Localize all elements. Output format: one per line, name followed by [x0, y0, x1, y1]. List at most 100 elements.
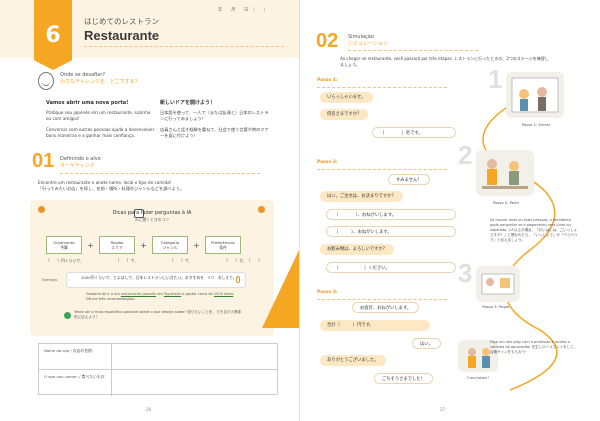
dialog-customer[interactable]: （ ）ください。	[326, 262, 456, 273]
category-box: Categoria ジャンル	[152, 236, 188, 254]
step-caption-1: Passo 1: Entrar	[521, 122, 551, 127]
teacher-avatar-icon	[38, 72, 54, 90]
note-highlight: 1000 ienes	[213, 292, 234, 296]
step-caption-2: Passo 2: Pedir	[492, 200, 520, 205]
step-number-2: 2	[458, 140, 473, 170]
plus-icon: +	[193, 240, 200, 250]
dialog-customer[interactable]: （ ）名です。	[372, 127, 456, 138]
dialog-customer[interactable]: （ ）、おねがいします。	[326, 226, 456, 237]
microphone-icon	[236, 276, 240, 283]
section-number-02: 02	[316, 30, 339, 52]
cash-register-icon	[481, 273, 515, 295]
note-text: em	[156, 292, 164, 296]
preferences-label-jp: 条件	[219, 245, 227, 250]
dialog-staff: お飲み物は、よろしいですか？	[320, 244, 395, 255]
page-number-left: 26	[146, 407, 152, 412]
section-1-jp: ターゲティング	[60, 163, 95, 169]
form-divider	[111, 344, 112, 396]
region-box: Região エリア	[99, 236, 135, 254]
instruction-text: Encontre um restaurante e anote nome, lo…	[38, 180, 273, 192]
dialog-customer: すみません！	[388, 174, 430, 185]
plus-icon: +	[140, 240, 147, 250]
role-play-note: Faça um role-play com o professor e rece…	[490, 340, 577, 354]
lesson-title: Restaurante	[84, 28, 160, 43]
intro-paragraph-jp-1: 日本語を使って、一人で（または友達と）日本のレストランに行ってみましょう！	[160, 110, 269, 122]
passo-3-label: Passo 3:	[317, 290, 338, 295]
section-2-jp: シミュレーション	[348, 41, 388, 47]
step-caption-4: Concluído!!	[467, 375, 489, 380]
tips-title-jp: AIに聞くときのコツ	[134, 216, 170, 222]
payment-note: Se houver duas ou mais pessoas, o atende…	[490, 218, 578, 242]
passo-1-label: Passo 1:	[317, 78, 338, 83]
budget-box: Orçamento 予算	[46, 236, 82, 254]
section-1-divider	[60, 173, 260, 174]
section-2-divider	[348, 50, 478, 51]
query-parts-row: Orçamento 予算 + Região エリア + Categoria ジャ…	[46, 236, 262, 254]
passo-1-divider	[317, 87, 447, 88]
form-row-food[interactable]: O que vou comer: / 食べたいもの：	[39, 370, 277, 396]
dialog-customer: はい。	[412, 338, 441, 349]
intro-title-jp: 新しいドアを開けよう！	[160, 100, 216, 106]
example-label: Exemplo	[42, 278, 58, 282]
dialog-customer: ごちそうさまでした！	[374, 373, 433, 384]
intro-paragraph-1: Pratique seu japonês em um restaurante, …	[46, 110, 151, 122]
restaurant-form: Nome da loja / お店の名前： O que vou comer: /…	[38, 343, 278, 396]
section-1-pt: Definindo o alvo	[60, 156, 101, 162]
section-number-01: 01	[32, 150, 55, 172]
entrance-illustration	[506, 72, 564, 118]
page-number-right: 27	[440, 407, 446, 412]
preferences-blank[interactable]: （ ）だ、（ ）	[224, 258, 262, 264]
check-icon	[64, 312, 71, 319]
payment-illustration	[476, 266, 520, 302]
right-page: 02 Simulação シミュレーション Ao chegar no resta…	[300, 0, 600, 421]
section-2-pt: Simulação	[348, 34, 374, 40]
challenge-jp: 小さなチャレンジを、どこでする？	[60, 79, 140, 85]
section-2-label: Simulação シミュレーション	[348, 34, 388, 48]
passo-2-divider	[317, 169, 447, 170]
dialog-staff: 合計（ ）円です。	[320, 320, 430, 331]
note-text: Gostaria de ir a um	[86, 292, 121, 296]
category-label-jp: ジャンル	[162, 245, 178, 250]
dialog-staff: ありがとうございました。	[320, 355, 386, 366]
category-blank[interactable]: （ ）で、	[170, 258, 193, 264]
left-page: 6 はじめてのレストラン Restaurante 年 月 日（ ） Onde s…	[0, 0, 300, 421]
note-highlight: Toyohashi	[163, 292, 182, 296]
section-1-label: Definindo o alvo ターゲティング	[60, 156, 101, 170]
header-divider	[84, 46, 284, 47]
dialog-customer: お会計、おねがいします。	[352, 302, 420, 313]
note-text: e gastar cerca de	[181, 292, 214, 296]
dialog-staff: いらっしゃいませ。	[320, 92, 373, 103]
intro-paragraph-jp-2: 店員さんと話す経験を重ねて、社会で使う言葉や時のマナーを身に付けよう！	[160, 126, 269, 138]
note-highlight: restaurante japonês	[120, 292, 157, 296]
region-blank[interactable]: （ ）で、	[115, 258, 138, 264]
example-prompt-box: 1000円くらいで、とよはしで、日本レストランにいきたい。おすすめを 3つ おし…	[66, 272, 246, 288]
budget-label-jp: 予算	[60, 245, 68, 250]
food-label: O que vou comer: / 食べたいもの：	[44, 374, 109, 379]
dialog-staff: 何名さまですか？	[320, 109, 369, 120]
form-row-store[interactable]: Nome da loja / お店の名前：	[39, 344, 277, 370]
order-illustration	[476, 150, 534, 196]
fill-in-row: （ ）円くらいで、 （ ）で、 （ ）で、 （ ）だ、（ ）	[46, 258, 262, 264]
intro-paragraph-2: Conversar com outras pessoas ajuda a des…	[46, 126, 155, 138]
dialog-customer[interactable]: （ ）、おねがいします。	[326, 209, 456, 220]
textbook-spread: 6 はじめてのレストラン Restaurante 年 月 日（ ） Onde s…	[0, 0, 600, 421]
preferences-box: Preferências 条件	[205, 236, 241, 254]
plus-icon: +	[87, 240, 94, 250]
tips-title: Dicas para fazer perguntas à IA AIに聞くときの…	[30, 210, 274, 223]
step-number-1: 1	[488, 64, 503, 94]
example-translation: Gostaria de ir a um restaurante japonês …	[86, 292, 236, 302]
tip-check-text: Tente ser o mais específico possível sob…	[74, 310, 242, 319]
step-number-3: 3	[458, 258, 473, 288]
passo-2-label: Passo 2:	[317, 160, 338, 165]
intro-column-pt: Vamos abrir uma nova porta! Pratique seu…	[46, 100, 156, 143]
instruction-jp: 「行ってみたいお店」を探し、名前・場所・料理のジャンルなどを調べよう。	[38, 186, 184, 191]
store-name-label: Nome da loja / お店の名前：	[44, 348, 96, 353]
date-line: 年 月 日（ ）	[218, 8, 270, 13]
step-caption-3: Passo 3: Pagar	[482, 304, 510, 309]
passo-3-divider	[317, 299, 447, 300]
ai-tips-box: Dicas para fazer perguntas à IA AIに聞くときの…	[30, 200, 274, 336]
intro-title-pt: Vamos abrir uma nova porta!	[46, 100, 129, 106]
restaurant-entrance-icon	[511, 77, 559, 113]
budget-blank[interactable]: （ ）円くらいで、	[46, 258, 84, 264]
lesson-number-tab: 6	[34, 0, 72, 70]
